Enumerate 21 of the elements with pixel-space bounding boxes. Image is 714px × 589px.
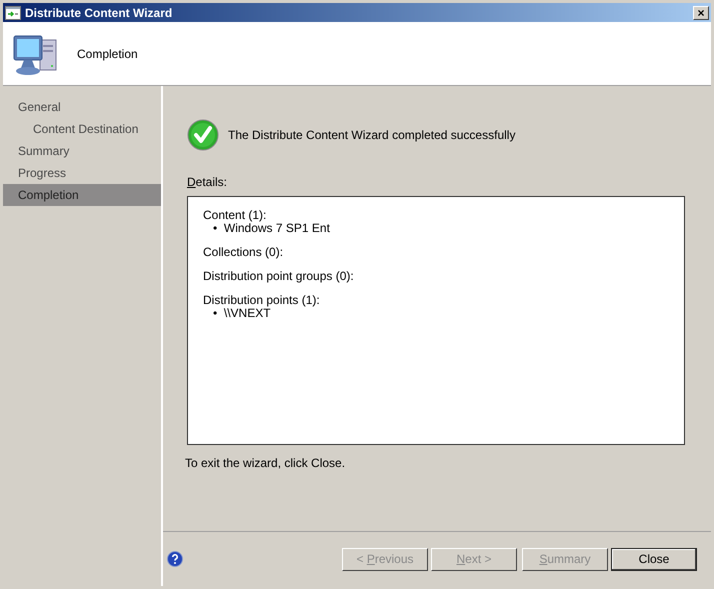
section-heading: Distribution point groups (0):: [203, 270, 355, 283]
help-icon[interactable]: [167, 551, 183, 567]
section-heading: Collections (0):: [203, 246, 284, 259]
sidebar-item[interactable]: Content Destination: [3, 118, 161, 140]
check-icon: [187, 119, 219, 151]
page-title: Completion: [77, 46, 138, 62]
sidebar-item[interactable]: Progress: [3, 162, 161, 184]
exit-hint: To exit the wizard, click Close.: [185, 455, 346, 472]
wizard-button[interactable]: Close: [611, 548, 697, 570]
sidebar-item[interactable]: Summary: [3, 140, 161, 162]
list-item: • Windows 7 SP1 Ent: [212, 222, 331, 235]
app-icon: [5, 6, 21, 20]
section-heading: Content (1):: [203, 209, 268, 222]
success-message: The Distribute Content Wizard completed successfully: [228, 127, 516, 144]
window-title: Distribute Content Wizard: [25, 4, 172, 22]
sidebar-item[interactable]: Completion: [3, 184, 161, 206]
close-button[interactable]: ×: [693, 6, 709, 20]
sidebar-item[interactable]: General: [3, 96, 161, 118]
section-heading: Distribution points (1):: [203, 294, 321, 307]
details-label: Details:: [187, 174, 228, 191]
list-item: • \\VNEXT: [212, 307, 271, 320]
